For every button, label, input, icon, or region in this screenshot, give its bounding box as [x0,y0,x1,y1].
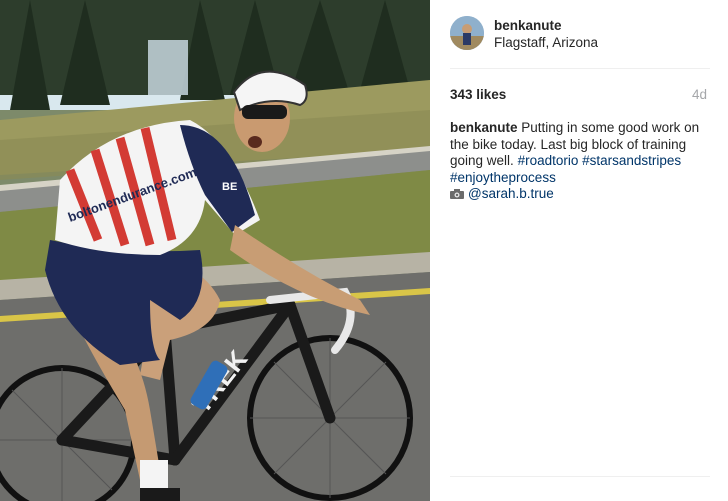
post-caption: benkanute Putting in some good work on t… [450,120,702,203]
post-age[interactable]: 4d [692,87,707,102]
instagram-post: TREK boltonendurance.com BE [0,0,728,501]
footer-divider [450,476,710,477]
post-username[interactable]: benkanute [494,18,562,33]
post-header: benkanute Flagstaff, Arizona [450,16,710,52]
hashtag-roadtorio[interactable]: #roadtorio [518,153,579,168]
camera-icon [450,189,464,199]
header-divider [450,68,710,69]
post-photo[interactable]: TREK boltonendurance.com BE [0,0,430,501]
avatar[interactable] [450,16,484,50]
post-sidebar: benkanute Flagstaff, Arizona 343 likes 4… [430,0,728,501]
jersey-chest-text: BE [222,181,237,193]
avatar-image [450,16,484,50]
post-location[interactable]: Flagstaff, Arizona [494,35,598,50]
mention-link[interactable]: @sarah.b.true [468,186,554,201]
caption-username[interactable]: benkanute [450,120,518,135]
cyclist-photo: TREK boltonendurance.com BE [0,0,430,501]
hashtag-enjoytheprocess[interactable]: #enjoytheprocess [450,170,556,185]
hashtag-starsandstripes[interactable]: #starsandstripes [582,153,681,168]
like-count[interactable]: 343 likes [450,87,506,102]
